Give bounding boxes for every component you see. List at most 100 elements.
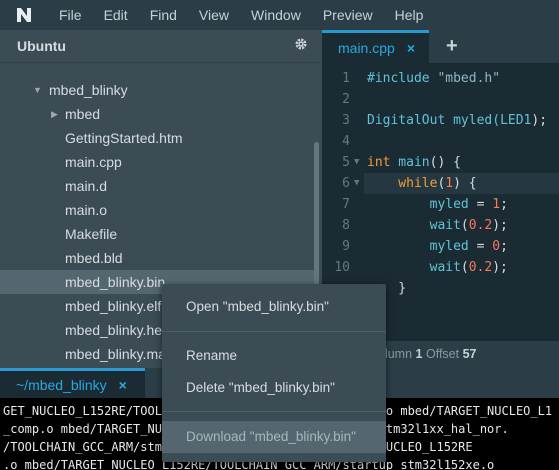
menu-window[interactable]: Window	[240, 0, 312, 30]
menu-preview[interactable]: Preview	[312, 0, 384, 30]
code-line: 3 DigitalOut myled(LED1);	[322, 110, 559, 131]
tree-item-label: main.cpp	[65, 154, 122, 170]
code-token: (	[460, 260, 469, 275]
tree-item-main-o[interactable]: main.o	[0, 198, 316, 222]
code-token: wait	[367, 260, 461, 275]
line-number: 1	[342, 71, 350, 86]
expanded-arrow-icon[interactable]: ▼	[33, 78, 42, 102]
code-text: myled = 0;	[367, 236, 508, 257]
code-token: "mbed.h"	[437, 71, 501, 86]
code-line: 2	[322, 89, 559, 110]
code-text: int main() {	[367, 152, 461, 173]
collapsed-arrow-icon[interactable]: ▶	[51, 102, 58, 126]
fold-arrow-icon[interactable]: ▼	[354, 152, 359, 173]
close-icon[interactable]: ×	[119, 377, 127, 393]
code-line: 10 wait(0.2);	[322, 257, 559, 278]
status-offset-label: Offset	[425, 347, 460, 361]
tree-item-label: main.d	[65, 178, 108, 194]
menubar: File Edit Find View Window Preview Help	[0, 0, 559, 30]
line-number: 4	[342, 134, 350, 149]
code-text: DigitalOut myled(LED1);	[367, 110, 547, 131]
code-line: 4	[322, 131, 559, 152]
code-token: );	[492, 260, 508, 275]
tree-item-mbed-bld[interactable]: mbed.bld	[0, 246, 316, 270]
tree-item-label: mbed_blinky	[49, 82, 128, 98]
code-token: myled	[367, 239, 469, 254]
code-token: );	[531, 113, 548, 128]
tree-item-main-cpp[interactable]: main.cpp	[0, 150, 316, 174]
code-token: =	[468, 197, 493, 212]
ctx-separator	[162, 331, 386, 332]
code-text: myled = 1;	[367, 194, 508, 215]
menu-file[interactable]: File	[48, 0, 93, 30]
tab-terminal[interactable]: ~/mbed_blinky ×	[0, 368, 145, 398]
code-token: );	[492, 218, 508, 233]
app-logo-icon[interactable]	[0, 0, 48, 30]
code-line: 8 wait(0.2);	[322, 215, 559, 236]
code-line: 7 myled = 1;	[322, 194, 559, 215]
code-line: 6 ▼ while(1) {	[322, 173, 559, 194]
context-menu: Open "mbed_blinky.bin" Rename Delete "mb…	[162, 284, 386, 462]
tree-item-label: GettingStarted.htm	[65, 130, 183, 146]
status-offset-value: 57	[462, 347, 477, 361]
tree-item-label: Makefile	[65, 226, 118, 242]
code-line: 9 myled = 0;	[322, 236, 559, 257]
code-line: 5 ▼ int main() {	[322, 152, 559, 173]
code-token: 0	[492, 239, 501, 254]
code-text: wait(0.2);	[367, 257, 508, 278]
tree-item-label: mbed_blinky.hex	[65, 322, 170, 338]
line-number: 2	[342, 92, 350, 107]
line-number: 5	[342, 155, 350, 170]
code-token: int	[367, 155, 391, 170]
ctx-open-item[interactable]: Open "mbed_blinky.bin"	[162, 291, 386, 323]
tree-item-label: mbed	[65, 106, 101, 122]
tree-item-makefile[interactable]: Makefile	[0, 222, 316, 246]
tree-item-mbed-blinky[interactable]: ▼ mbed_blinky	[0, 78, 316, 102]
tree-item-main-d[interactable]: main.d	[0, 174, 316, 198]
close-icon[interactable]: ×	[407, 40, 415, 56]
tab-main-cpp[interactable]: main.cpp ×	[322, 30, 429, 63]
code-token: ;	[500, 239, 508, 254]
code-text: wait(0.2);	[367, 215, 508, 236]
tree-item-mbed-folder[interactable]: ▶ mbed	[0, 102, 316, 126]
code-line: 1 #include "mbed.h"	[322, 68, 559, 89]
ctx-download-item[interactable]: Download "mbed_blinky.bin"	[162, 421, 386, 453]
code-token: 1	[492, 197, 501, 212]
tree-item-label: mbed_blinky.bin	[65, 274, 166, 290]
add-tab-button[interactable]: +	[446, 35, 458, 58]
tree-item-label: mbed_blinky.map	[65, 346, 174, 362]
code-text: while(1) {	[367, 173, 477, 194]
editor-tab-bar: main.cpp × +	[322, 30, 559, 63]
code-token: DigitalOut	[367, 113, 446, 128]
fold-arrow-icon[interactable]: ▼	[354, 173, 359, 194]
tree-item-gettingstarted[interactable]: GettingStarted.htm	[0, 126, 316, 150]
menu-edit[interactable]: Edit	[93, 0, 139, 30]
code-token: 1	[445, 176, 454, 191]
line-number: 3	[342, 113, 350, 128]
code-token: () {	[429, 155, 461, 170]
ctx-delete-item[interactable]: Delete "mbed_blinky.bin"	[162, 372, 386, 404]
code-token: (	[460, 218, 469, 233]
sidebar-header: Ubuntu	[0, 30, 322, 63]
status-column-value: 1	[415, 347, 423, 361]
line-number: 8	[342, 218, 350, 233]
menu-find[interactable]: Find	[139, 0, 188, 30]
code-token: wait	[367, 218, 461, 233]
code-token: main	[390, 155, 430, 170]
menu-view[interactable]: View	[188, 0, 240, 30]
code-token: ;	[500, 197, 508, 212]
code-token: myled(	[445, 113, 501, 128]
gear-icon[interactable]	[294, 37, 308, 56]
code-token: myled	[367, 197, 469, 212]
menu-help[interactable]: Help	[384, 0, 435, 30]
code-token: 0.2	[468, 218, 493, 233]
line-number: 9	[342, 239, 350, 254]
code-token: while	[367, 176, 438, 191]
code-token: ) {	[453, 176, 477, 191]
code-token: LED1	[500, 113, 532, 128]
ctx-rename-item[interactable]: Rename	[162, 340, 386, 372]
code-token: 0.2	[468, 260, 493, 275]
code-text: #include "mbed.h"	[367, 68, 500, 89]
line-number: 10	[334, 260, 350, 275]
terminal-tab-label: ~/mbed_blinky	[16, 376, 107, 393]
